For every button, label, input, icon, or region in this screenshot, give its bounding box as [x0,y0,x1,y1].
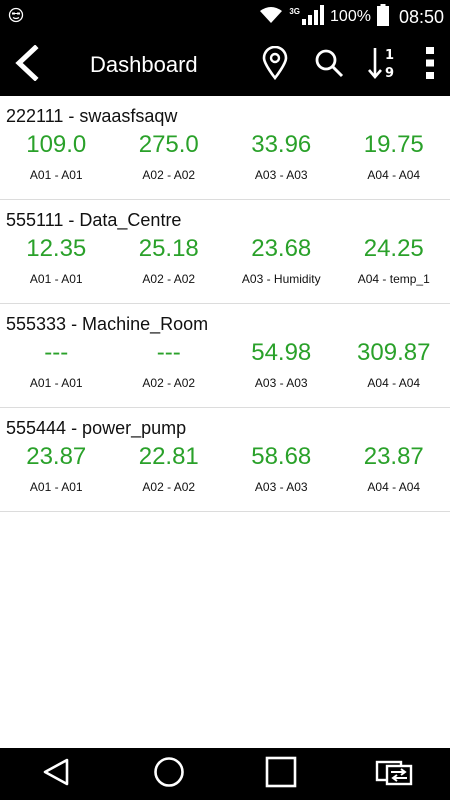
dual-window-icon [375,758,413,791]
channel-cells: 12.35 A01 - A01 25.18 A02 - A02 23.68 A0… [0,234,450,286]
back-button[interactable] [0,34,54,96]
back-triangle-icon [41,757,71,792]
channel-cell: 23.87 A01 - A01 [0,442,113,494]
device-title: 555444 - power_pump [6,418,187,438]
channel-cell: 22.81 A02 - A02 [113,442,226,494]
channel-value: 19.75 [363,131,424,158]
channel-cell: 33.96 A03 - A03 [225,130,338,182]
svg-text:1: 1 [385,48,394,63]
channel-cell: --- A01 - A01 [0,338,113,390]
channel-cell: 25.18 A02 - A02 [113,234,226,286]
device-row[interactable]: 222111 - swaasfsaqw 109.0 A01 - A01 275.… [0,96,450,200]
channel-cells: 23.87 A01 - A01 22.81 A02 - A02 58.68 A0… [0,442,450,494]
channel-value: 275.0 [138,131,199,158]
svg-text:9: 9 [385,66,394,80]
sort-numeric-icon: 1 9 [368,46,398,85]
clock: 08:50 [398,6,444,27]
channel-value: 33.96 [251,131,312,158]
device-list: 222111 - swaasfsaqw 109.0 A01 - A01 275.… [0,96,450,512]
channel-label: A03 - A03 [254,168,308,182]
overflow-menu-icon [425,46,435,85]
nav-back-button[interactable] [26,748,86,800]
device-row[interactable]: 555333 - Machine_Room --- A01 - A01 --- … [0,304,450,408]
channel-label: A04 - A04 [367,480,421,494]
page-title: Dashboard [90,52,198,77]
device-title: 555333 - Machine_Room [6,314,209,334]
channel-label: A04 - A04 [367,168,421,182]
channel-cell: 23.68 A03 - Humidity [225,234,338,286]
nav-dual-window-button[interactable] [364,748,424,800]
battery-percent: 100% [330,8,371,25]
back-icon [13,43,41,86]
channel-label: A02 - A02 [142,168,196,182]
overflow-menu-button[interactable] [410,34,450,96]
device-row[interactable]: 555444 - power_pump 23.87 A01 - A01 22.8… [0,408,450,512]
nav-home-button[interactable] [139,748,199,800]
status-right: 3G 100% 08:50 [259,3,444,31]
channel-value: 23.68 [251,235,312,262]
channel-cell: 309.87 A04 - A04 [338,338,450,390]
channel-value: 22.81 [138,443,199,470]
system-nav-bar [0,748,450,800]
battery-icon [376,3,389,31]
channel-cells: 109.0 A01 - A01 275.0 A02 - A02 33.96 A0… [0,130,450,182]
channel-value: 23.87 [363,443,424,470]
channel-cell: 23.87 A04 - A04 [338,442,450,494]
signal-icon [302,4,325,30]
channel-label: A01 - A01 [29,480,83,494]
status-left [8,7,24,28]
search-icon [314,48,344,83]
network-type: 3G [289,6,301,16]
channel-label: A04 - A04 [367,376,421,390]
channel-value: 58.68 [251,443,312,470]
app-bar: Dashboard 1 9 [0,34,450,96]
channel-cell: --- A02 - A02 [113,338,226,390]
device-row[interactable]: 555111 - Data_Centre 12.35 A01 - A01 25.… [0,200,450,304]
search-button[interactable] [302,34,356,96]
sort-button[interactable]: 1 9 [356,34,410,96]
channel-cell: 12.35 A01 - A01 [0,234,113,286]
channel-label: A03 - A03 [254,376,308,390]
channel-cells: --- A01 - A01 --- A02 - A02 54.98 A03 - … [0,338,450,390]
channel-cell: 19.75 A04 - A04 [338,130,450,182]
channel-label: A03 - A03 [254,480,308,494]
location-pin-icon [262,45,288,85]
channel-value: 109.0 [26,131,87,158]
channel-cell: 54.98 A03 - A03 [225,338,338,390]
channel-label: A02 - A02 [142,272,196,286]
nav-recents-button[interactable] [251,748,311,800]
notification-face-icon [8,7,24,28]
channel-label: A02 - A02 [142,376,196,390]
device-title: 222111 - swaasfsaqw [6,106,178,126]
home-circle-icon [153,756,185,793]
channel-value: 12.35 [26,235,87,262]
channel-value: 309.87 [357,339,431,366]
recents-square-icon [265,756,297,793]
wifi-icon [259,6,283,29]
device-title: 555111 - Data_Centre [6,210,182,230]
channel-label: A02 - A02 [142,480,196,494]
channel-value: --- [44,339,69,366]
channel-cell: 58.68 A03 - A03 [225,442,338,494]
location-button[interactable] [248,34,302,96]
channel-cell: 109.0 A01 - A01 [0,130,113,182]
app-bar-actions: 1 9 [248,34,450,96]
channel-label: A03 - Humidity [241,272,321,286]
channel-value: --- [156,339,181,366]
status-bar: 3G 100% 08:50 [0,0,450,34]
channel-cell: 24.25 A04 - temp_1 [338,234,450,286]
channel-label: A01 - A01 [29,168,83,182]
channel-value: 23.87 [26,443,87,470]
channel-label: A01 - A01 [29,376,83,390]
channel-cell: 275.0 A02 - A02 [113,130,226,182]
channel-value: 54.98 [251,339,312,366]
channel-label: A01 - A01 [29,272,83,286]
channel-value: 24.25 [363,235,424,262]
channel-value: 25.18 [138,235,199,262]
channel-label: A04 - temp_1 [357,272,430,286]
